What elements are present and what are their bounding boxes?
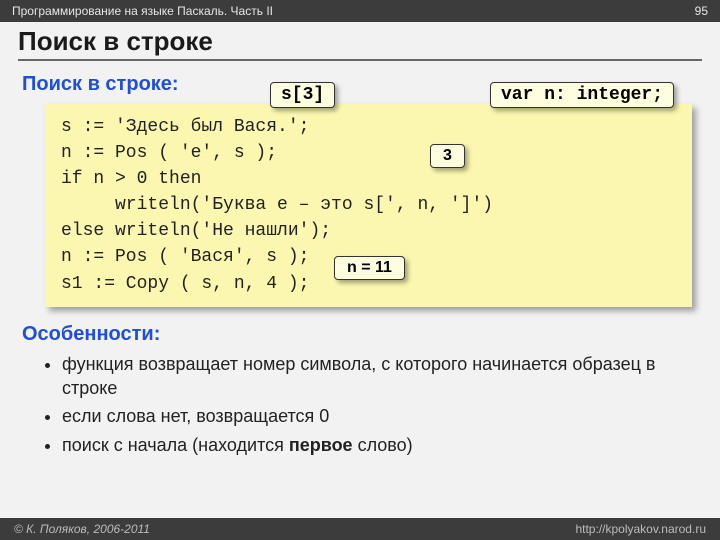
feature-text: если слова нет, возвращается 0 (62, 406, 329, 426)
feature-text: поиск с начала (находится (62, 435, 289, 455)
feature-item: функция возвращает номер символа, с кото… (62, 352, 690, 401)
top-bar: Программирование на языке Паскаль. Часть… (0, 0, 720, 22)
features-title: Особенности: (22, 323, 720, 346)
course-title: Программирование на языке Паскаль. Часть… (12, 4, 273, 18)
feature-text: слово) (353, 435, 413, 455)
footer-bar: © К. Поляков, 2006-2011 http://kpolyakov… (0, 518, 720, 540)
feature-item: если слова нет, возвращается 0 (62, 404, 690, 428)
footer-url: http://kpolyakov.narod.ru (575, 522, 706, 536)
callout-var-n: var n: integer; (490, 82, 674, 108)
callout-three: 3 (430, 144, 465, 168)
features-list: функция возвращает номер символа, с кото… (42, 352, 690, 457)
copyright: © К. Поляков, 2006-2011 (14, 522, 150, 536)
feature-text: функция возвращает номер символа, с кото… (62, 354, 655, 398)
page-title: Поиск в строке (18, 26, 702, 61)
callout-s3: s[3] (270, 82, 335, 108)
callout-n11: n = 11 (334, 256, 405, 280)
feature-item: поиск с начала (находится первое слово) (62, 433, 690, 457)
slide-number: 95 (695, 4, 708, 18)
title-bar: Поиск в строке (0, 22, 720, 63)
feature-bold: первое (289, 435, 353, 455)
